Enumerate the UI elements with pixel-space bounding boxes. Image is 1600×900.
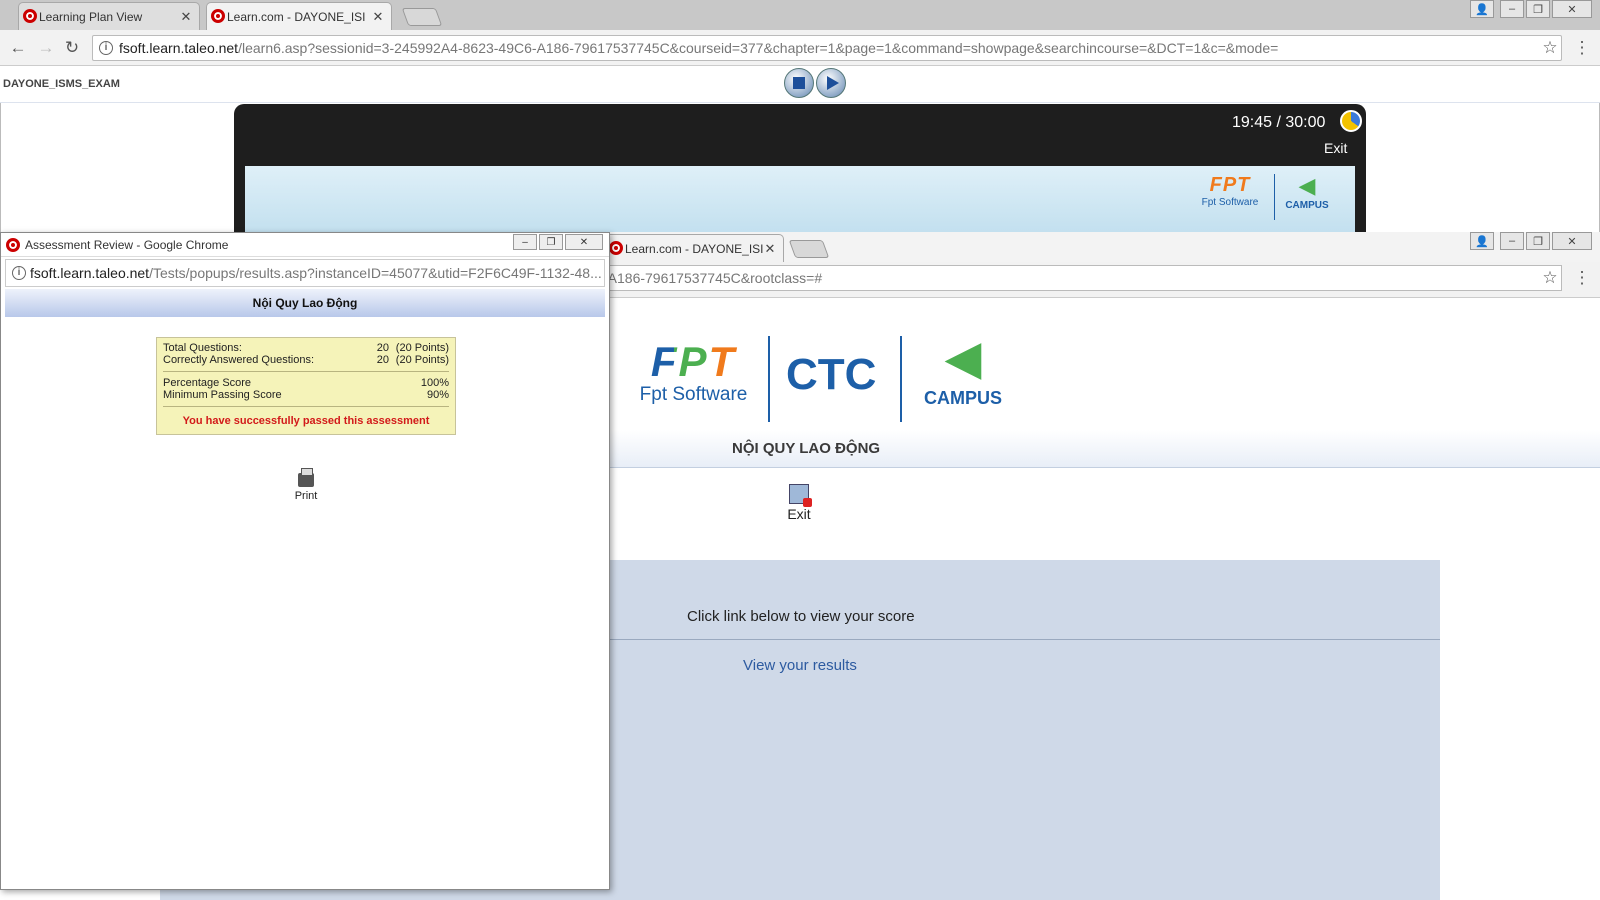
course-code: DAYONE_ISMS_EXAM	[3, 78, 120, 90]
assessment-review-popup: Assessment Review - Google Chrome – ❐ ✕ …	[0, 232, 610, 890]
banner-campus-logo: ◀︎ CAMPUS	[1279, 172, 1335, 211]
score-divider	[163, 371, 449, 372]
fpt-software-text: Fpt Software	[639, 384, 748, 405]
second-window-url-bar[interactable]: -A186-79617537745C&rootclass=#	[600, 265, 1562, 291]
new-tab-button[interactable]	[401, 8, 443, 26]
exam-timer: 19:45 / 30:00	[1232, 114, 1326, 131]
url-host: fsoft.learn.taleo.net	[119, 40, 239, 56]
profile-icon[interactable]: 👤	[1470, 232, 1494, 250]
popup-window-title: Assessment Review - Google Chrome	[25, 237, 229, 252]
campus-text: CAMPUS	[923, 388, 1002, 408]
print-button[interactable]: Print	[286, 468, 326, 502]
min-passing-label: Minimum Passing Score	[163, 389, 282, 401]
click-message: Click link below to view your score	[687, 608, 915, 625]
campus-wifi-icon: ◀︎	[944, 332, 982, 385]
taleo-favicon-icon	[211, 9, 225, 23]
course-title: NỘI QUY LAO ĐỘNG	[732, 440, 881, 457]
ctc-logo: CTC	[786, 350, 877, 399]
close-tab-icon[interactable]: ✕	[179, 9, 193, 25]
percentage-row: Percentage Score 100%	[163, 377, 449, 389]
min-passing-row: Minimum Passing Score 90%	[163, 389, 449, 401]
correct-answers-label: Correctly Answered Questions:	[163, 354, 315, 366]
campus-logo: ◀︎ CAMPUS	[918, 330, 1008, 409]
play-button[interactable]	[816, 68, 846, 98]
score-summary-box: Total Questions: 20 (20 Points) Correctl…	[156, 337, 456, 435]
correct-answers-row: Correctly Answered Questions: 20 (20 Poi…	[163, 354, 449, 366]
close-window-button[interactable]: ✕	[1552, 0, 1592, 18]
second-window-tab[interactable]: Learn.com - DAYONE_ISI ✕	[604, 234, 784, 262]
minimize-button[interactable]: –	[1500, 0, 1524, 18]
popup-url-bar[interactable]: i fsoft.learn.taleo.net/Tests/popups/res…	[5, 259, 605, 287]
popup-maximize-button[interactable]: ❐	[539, 234, 563, 250]
bookmark-star-icon[interactable]: ☆	[1540, 268, 1560, 288]
taleo-favicon-icon	[23, 9, 37, 23]
print-label: Print	[294, 490, 318, 502]
total-questions-value: 20	[376, 342, 389, 354]
bookmark-star-icon[interactable]: ☆	[1540, 38, 1560, 58]
fpt-software-logo: FPT Fpt Software	[636, 340, 751, 406]
banner-fpt-logo: FPT Fpt Software	[1195, 174, 1265, 208]
banner-divider	[1274, 174, 1275, 220]
percentage-label: Percentage Score	[163, 377, 252, 389]
menu-icon[interactable]: ⋮	[1572, 268, 1592, 288]
pass-message: You have successfully passed this assess…	[182, 415, 430, 427]
close-tab-icon[interactable]: ✕	[763, 241, 777, 257]
tab-label: Learn.com - DAYONE_ISI	[227, 9, 366, 24]
player-banner: FPT Fpt Software ◀︎ CAMPUS	[245, 166, 1355, 232]
reload-icon[interactable]: ↻	[62, 38, 82, 58]
player-exit-button[interactable]: Exit	[1324, 140, 1347, 156]
url-path: /learn6.asp?sessionid=3-245992A4-8623-49…	[238, 40, 1279, 56]
new-tab-button[interactable]	[788, 240, 830, 258]
close-window-button[interactable]: ✕	[1552, 232, 1592, 250]
info-icon[interactable]: i	[12, 266, 26, 280]
tab-label: Learning Plan View	[39, 9, 143, 24]
logo-divider	[900, 336, 902, 422]
forward-icon[interactable]: →	[36, 38, 56, 58]
exit-icon	[789, 484, 812, 507]
score-divider	[163, 406, 449, 407]
printer-icon	[298, 468, 314, 487]
restore-button[interactable]: ❐	[1526, 0, 1550, 18]
exit-button[interactable]: Exit	[782, 484, 816, 522]
profile-icon[interactable]: 👤	[1470, 0, 1494, 18]
fpt-wordmark: FPT	[636, 340, 751, 384]
taleo-favicon-icon	[6, 238, 20, 252]
info-icon[interactable]: i	[99, 41, 113, 55]
total-questions-row: Total Questions: 20 (20 Points)	[163, 342, 449, 354]
banner-brand-1: Fpt Software	[1201, 197, 1259, 208]
tab-learn-com[interactable]: Learn.com - DAYONE_ISI ✕	[206, 2, 392, 30]
correct-answers-value: 20	[376, 354, 389, 366]
total-questions-points: (20 Points)	[395, 342, 449, 354]
close-tab-icon[interactable]: ✕	[371, 9, 385, 25]
back-icon[interactable]: ←	[8, 38, 28, 58]
correct-answers-points: (20 Points)	[395, 354, 449, 366]
percentage-value: 100%	[420, 377, 449, 389]
url-bar[interactable]: i fsoft.learn.taleo.net/learn6.asp?sessi…	[92, 35, 1562, 61]
view-results-link[interactable]: View your results	[743, 657, 857, 674]
total-questions-label: Total Questions:	[163, 342, 242, 354]
popup-url-path: /Tests/popups/results.asp?instanceID=450…	[149, 265, 602, 281]
tab-learning-plan-view[interactable]: Learning Plan View ✕	[18, 2, 200, 30]
minimize-button[interactable]: –	[1500, 232, 1524, 250]
stop-icon	[793, 77, 805, 89]
stop-button[interactable]	[784, 68, 814, 98]
popup-close-button[interactable]: ✕	[565, 234, 603, 250]
popup-minimize-button[interactable]: –	[513, 234, 537, 250]
menu-icon[interactable]: ⋮	[1572, 38, 1592, 58]
play-icon	[827, 76, 839, 90]
popup-url-host: fsoft.learn.taleo.net	[30, 265, 150, 281]
popup-header: Nội Quy Lao Động	[5, 289, 605, 317]
min-passing-value: 90%	[426, 389, 449, 401]
logo-divider	[768, 336, 770, 422]
timer-pie-icon	[1340, 110, 1362, 132]
left-border	[0, 103, 1, 233]
tab-label: Learn.com - DAYONE_ISI	[625, 241, 763, 256]
taleo-favicon-icon	[609, 241, 623, 255]
restore-button[interactable]: ❐	[1526, 232, 1550, 250]
banner-brand-2: CAMPUS	[1285, 200, 1329, 211]
exit-label: Exit	[787, 506, 811, 522]
